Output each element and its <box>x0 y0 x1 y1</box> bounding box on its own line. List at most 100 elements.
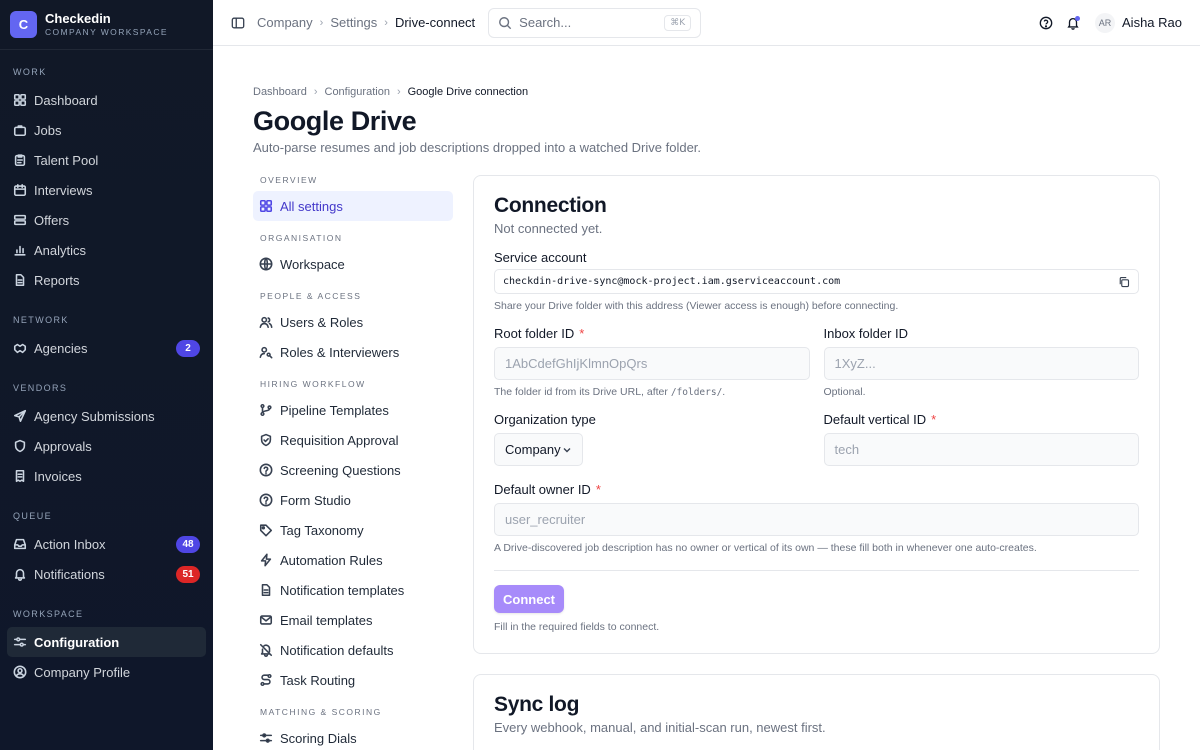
sidebar-item-label: Jobs <box>34 122 62 138</box>
service-account-field: checkdin-drive-sync@mock-project.iam.gse… <box>494 269 1139 294</box>
receipt-icon <box>13 469 27 483</box>
sync-log-title: Sync log <box>494 693 580 716</box>
settings-item-label: Form Studio <box>280 492 351 508</box>
settings-item-automation-rules[interactable]: Automation Rules <box>253 545 453 575</box>
settings-section-title: PEOPLE & ACCESS <box>260 291 362 301</box>
sidebar-item-jobs[interactable]: Jobs <box>7 115 206 145</box>
root-folder-placeholder: 1AbCdefGhIjKlmnOpQrs <box>505 356 648 371</box>
copy-icon[interactable] <box>1118 276 1130 288</box>
sidebar-item-label: Action Inbox <box>34 536 106 552</box>
sidebar-item-agencies[interactable]: Agencies 2 <box>7 333 206 363</box>
connection-title: Connection <box>494 194 607 217</box>
sidebar-item-label: Dashboard <box>34 92 98 108</box>
sidebar-toggle-icon[interactable] <box>231 16 245 30</box>
help-circle-icon <box>259 493 273 507</box>
sidebar-item-label: Invoices <box>34 468 82 484</box>
settings-item-email-templates[interactable]: Email templates <box>253 605 453 635</box>
connect-help: Fill in the required fields to connect. <box>494 621 660 633</box>
settings-item-requisition-approval[interactable]: Requisition Approval <box>253 425 453 455</box>
root-folder-label: Root folder ID <box>494 326 575 341</box>
settings-item-pipeline-templates[interactable]: Pipeline Templates <box>253 395 453 425</box>
sidebar-item-interviews[interactable]: Interviews <box>7 175 206 205</box>
settings-item-label: Notification defaults <box>280 642 394 658</box>
mail-icon <box>259 613 273 627</box>
globe-icon <box>259 257 273 271</box>
settings-item-label: Scoring Dials <box>280 730 357 746</box>
page-subtitle: Auto-parse resumes and job descriptions … <box>253 140 702 155</box>
settings-item-form-studio[interactable]: Form Studio <box>253 485 453 515</box>
count-badge: 2 <box>176 339 200 357</box>
count-badge: 51 <box>176 565 200 583</box>
required-mark: * <box>595 482 601 497</box>
org-type-value: Company <box>505 442 561 457</box>
top-breadcrumb-current: Drive-connect <box>394 15 476 30</box>
sidebar-item-approvals[interactable]: Approvals <box>7 431 206 461</box>
settings-item-workspace[interactable]: Workspace <box>253 249 453 279</box>
settings-item-scoring-dials[interactable]: Scoring Dials <box>253 723 453 750</box>
settings-section-title: MATCHING & SCORING <box>260 707 382 717</box>
sidebar-item-reports[interactable]: Reports <box>7 265 206 295</box>
inbox-folder-input[interactable]: 1XyZ... <box>823 347 1139 380</box>
briefcase-icon <box>13 123 27 137</box>
search-input[interactable]: Search... ⌘K <box>488 7 702 38</box>
sliders-icon <box>13 635 27 649</box>
sidebar-item-company-profile[interactable]: Company Profile <box>7 657 206 687</box>
settings-item-label: All settings <box>280 198 343 214</box>
sidebar-item-dashboard[interactable]: Dashboard <box>7 85 206 115</box>
service-account-help: Share your Drive folder with this addres… <box>494 300 899 312</box>
sidebar-item-label: Configuration <box>34 634 120 650</box>
owner-input[interactable]: user_recruiter <box>494 503 1139 536</box>
sidebar-item-label: Offers <box>34 212 70 228</box>
sidebar-item-offers[interactable]: Offers <box>7 205 206 235</box>
sliders-icon <box>259 731 273 745</box>
branch-icon <box>259 403 273 417</box>
required-mark: * <box>579 326 585 341</box>
sidebar-section-title: VENDORS <box>13 383 68 393</box>
settings-item-all-settings[interactable]: All settings <box>253 191 453 221</box>
sidebar-item-notifications[interactable]: Notifications 51 <box>7 559 206 589</box>
count-badge: 48 <box>176 535 200 553</box>
brand[interactable]: C Checkedin COMPANY WORKSPACE <box>0 0 213 50</box>
settings-item-notification-templates[interactable]: Notification templates <box>253 575 453 605</box>
vertical-label: Default vertical ID <box>823 412 927 427</box>
breadcrumb-configuration[interactable]: Configuration <box>325 86 390 98</box>
settings-item-screening-questions[interactable]: Screening Questions <box>253 455 453 485</box>
sidebar-item-analytics[interactable]: Analytics <box>7 235 206 265</box>
grid-icon <box>13 93 27 107</box>
calendar-icon <box>13 183 27 197</box>
sidebar-item-action-inbox[interactable]: Action Inbox 48 <box>7 529 206 559</box>
handshake-icon <box>13 341 27 355</box>
settings-item-label: Tag Taxonomy <box>280 522 364 538</box>
settings-item-notification-defaults[interactable]: Notification defaults <box>253 635 453 665</box>
notification-bell-icon[interactable] <box>1066 15 1081 30</box>
search-icon <box>499 16 512 29</box>
sidebar-item-label: Agencies <box>34 340 88 356</box>
breadcrumb-dashboard[interactable]: Dashboard <box>253 86 307 98</box>
settings-section-title: HIRING WORKFLOW <box>260 379 366 389</box>
sidebar-item-invoices[interactable]: Invoices <box>7 461 206 491</box>
connection-status: Not connected yet. <box>494 221 603 236</box>
settings-item-tag-taxonomy[interactable]: Tag Taxonomy <box>253 515 453 545</box>
vertical-input[interactable]: tech <box>823 433 1139 466</box>
settings-item-label: Automation Rules <box>280 552 383 568</box>
settings-item-label: Email templates <box>280 612 373 628</box>
inbox-folder-help: Optional. <box>823 386 866 398</box>
settings-item-roles-interviewers[interactable]: Roles & Interviewers <box>253 337 453 367</box>
sidebar-item-label: Approvals <box>34 438 92 454</box>
sidebar-item-label: Talent Pool <box>34 152 99 168</box>
settings-item-label: Requisition Approval <box>280 432 399 448</box>
connect-button[interactable]: Connect <box>494 585 564 613</box>
sidebar-item-configuration[interactable]: Configuration <box>7 627 206 657</box>
sidebar-item-label: Reports <box>34 272 80 288</box>
user-name[interactable]: Aisha Rao <box>1122 15 1182 30</box>
top-breadcrumb-settings[interactable]: Settings <box>330 15 377 30</box>
settings-item-task-routing[interactable]: Task Routing <box>253 665 453 695</box>
sidebar-item-talent-pool[interactable]: Talent Pool <box>7 145 206 175</box>
avatar[interactable]: AR <box>1095 12 1116 33</box>
top-breadcrumb-company[interactable]: Company <box>257 15 313 30</box>
org-type-select[interactable]: Company <box>494 433 583 466</box>
settings-item-users-roles[interactable]: Users & Roles <box>253 307 453 337</box>
help-icon[interactable] <box>1039 16 1053 30</box>
sidebar-item-agency-submissions[interactable]: Agency Submissions <box>7 401 206 431</box>
root-folder-input[interactable]: 1AbCdefGhIjKlmnOpQrs <box>494 347 810 380</box>
